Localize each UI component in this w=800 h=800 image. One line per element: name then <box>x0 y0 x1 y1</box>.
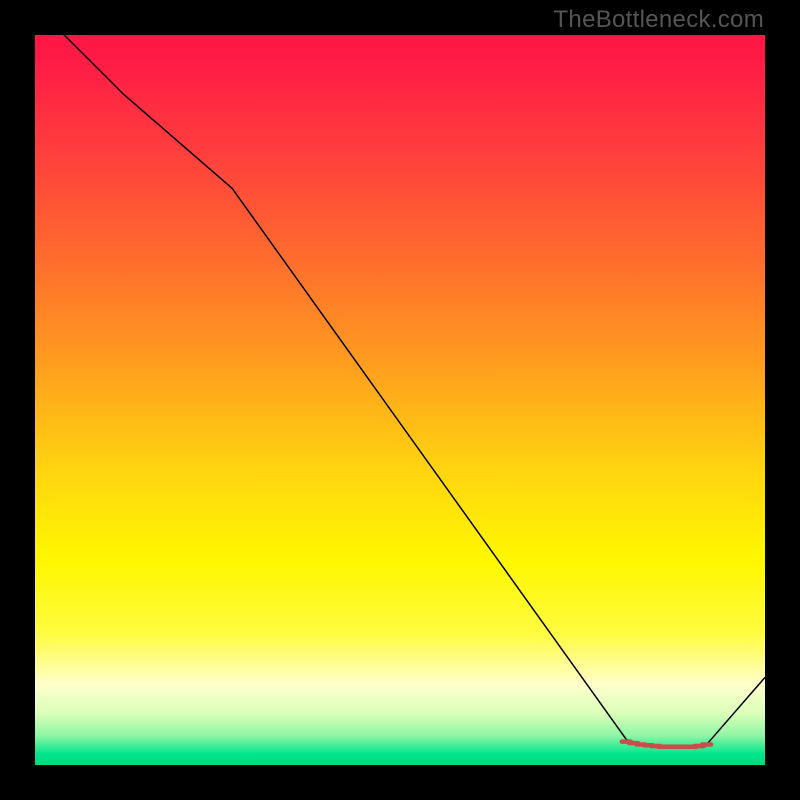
line-layer <box>35 35 765 765</box>
plot-area <box>35 35 765 765</box>
main-curve-path <box>35 35 765 747</box>
chart-stage: TheBottleneck.com <box>0 0 800 800</box>
watermark-text: TheBottleneck.com <box>553 6 764 34</box>
